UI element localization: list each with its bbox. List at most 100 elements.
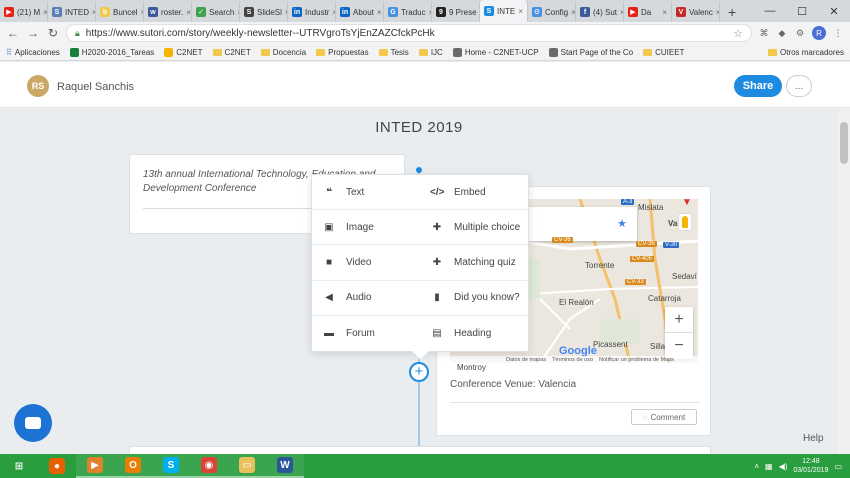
browser-tab[interactable]: ✓Search× — [192, 2, 240, 22]
street-view-pegman-icon[interactable] — [678, 213, 692, 231]
extension-icon[interactable]: ◆ — [776, 27, 788, 39]
star-icon[interactable]: ★ — [617, 217, 627, 230]
close-tab-icon[interactable]: × — [186, 8, 191, 17]
chat-bubble-button[interactable] — [14, 404, 52, 442]
add-audio-option[interactable]: ◀ Audio — [312, 281, 420, 316]
maximize-button[interactable]: ☐ — [786, 0, 818, 22]
taskbar-chrome[interactable]: ◉ — [190, 454, 228, 478]
map-data-link[interactable]: Datos de mapas — [506, 357, 546, 363]
other-bookmarks[interactable]: Otros marcadores — [767, 48, 844, 57]
settings-icon[interactable]: ⚙ — [794, 27, 806, 39]
browser-tab[interactable]: 99 Prese× — [432, 2, 480, 22]
close-window-button[interactable]: ✕ — [818, 0, 850, 22]
bookmark-item[interactable]: H2020-2016_Tareas — [69, 47, 154, 57]
volume-icon[interactable]: ◀) — [779, 462, 788, 471]
author-name[interactable]: Raquel Sanchis — [57, 81, 134, 93]
add-item-button[interactable]: + — [409, 362, 429, 382]
browser-tab[interactable]: S INTE × — [480, 0, 528, 22]
back-arrow-icon[interactable]: ← — [6, 26, 20, 40]
browser-tab[interactable]: GTraduc× — [384, 2, 432, 22]
add-embed-option[interactable]: </> Embed — [420, 175, 528, 211]
browser-tab[interactable]: inIndustr× — [288, 2, 336, 22]
add-matching-quiz-option[interactable]: ✚ Matching quiz — [420, 245, 528, 281]
bookmark-item[interactable]: Home - C2NET-UCP — [452, 47, 539, 57]
close-tab-icon[interactable]: × — [377, 8, 382, 17]
bookmarks-bar: ⠿ Aplicaciones H2020-2016_Tareas C2NET C2NET… — [0, 44, 850, 61]
system-clock[interactable]: 12:48 03/01/2019 — [793, 457, 828, 475]
browser-tab[interactable]: w roster. × — [144, 2, 192, 22]
bookmark-item[interactable]: ⠿ Aplicaciones — [6, 48, 60, 57]
share-button[interactable]: Share — [734, 75, 782, 97]
close-tab-icon[interactable]: × — [662, 8, 667, 17]
browser-tab[interactable]: SSlideSl× — [240, 2, 288, 22]
browser-tab[interactable]: SINTED× — [48, 2, 96, 22]
menu-icon[interactable]: ⋮ — [832, 27, 844, 39]
taskbar-start[interactable]: ⊞ — [0, 454, 38, 478]
zoom-in-button[interactable]: + — [665, 307, 693, 333]
browser-tab[interactable]: bBuncel× — [96, 2, 144, 22]
speaker-icon: ◀ — [325, 292, 333, 304]
taskbar-outlook[interactable]: O — [114, 454, 152, 478]
timeline-dot — [416, 167, 422, 173]
bookmark-item[interactable]: Propuestas — [316, 48, 369, 57]
map-terms-link[interactable]: Términos de uso — [552, 357, 593, 363]
bookmark-item[interactable]: CUIEET — [643, 48, 684, 57]
taskbar-firefox[interactable]: ● — [38, 454, 76, 478]
map-pin-icon[interactable]: ▼ — [682, 199, 692, 208]
forward-arrow-icon[interactable]: → — [26, 26, 40, 40]
bookmark-item[interactable]: C2NET — [164, 47, 203, 57]
page-scrollbar[interactable] — [838, 108, 850, 454]
divider — [450, 402, 700, 403]
reload-icon[interactable]: ↻ — [46, 26, 60, 40]
add-text-option[interactable]: ❝ Text — [312, 175, 420, 211]
add-heading-option[interactable]: ▤ Heading — [420, 316, 528, 351]
venue-caption[interactable]: Conference Venue: Valencia — [450, 379, 576, 390]
folder-icon — [316, 48, 326, 56]
author-avatar[interactable]: RS — [27, 75, 49, 97]
add-did-you-know-option[interactable]: ▮ Did you know? — [420, 281, 528, 316]
help-link[interactable]: Help — [803, 433, 824, 444]
scrollbar-thumb[interactable] — [840, 122, 848, 164]
bookmark-label: C2NET — [176, 47, 203, 57]
chrome-icon: ◉ — [201, 457, 217, 473]
map-report-link[interactable]: Notificar un problema de Maps — [599, 357, 674, 363]
translate-icon[interactable]: ⌘ — [758, 27, 770, 39]
next-card[interactable] — [129, 446, 711, 454]
profile-avatar[interactable]: R — [812, 26, 826, 40]
taskbar-media[interactable]: ▶ — [76, 454, 114, 478]
favicon-icon: f — [580, 7, 590, 17]
add-image-option[interactable]: ▣ Image — [312, 210, 420, 246]
browser-tab[interactable]: ⚙ Config × — [528, 2, 576, 22]
bookmark-item[interactable]: IJC — [418, 47, 443, 57]
taskbar-explorer[interactable]: ▭ — [228, 454, 266, 478]
add-forum-option[interactable]: ▬ Forum — [312, 316, 420, 351]
network-icon[interactable]: ▦ — [765, 462, 773, 471]
comment-button[interactable]: ◌ Comment — [631, 409, 697, 425]
more-options-button[interactable]: ... — [786, 75, 812, 97]
add-video-option[interactable]: ■ Video — [312, 245, 420, 281]
bookmark-item[interactable]: Start Page of the Co — [548, 47, 633, 57]
favicon-icon: S — [244, 7, 254, 17]
bookmark-item[interactable]: Tesis — [378, 48, 409, 57]
chevron-up-icon[interactable]: ˄ — [754, 462, 759, 471]
browser-tab[interactable]: ▶ Da × — [624, 2, 672, 22]
bookmark-star-icon[interactable]: ☆ — [733, 27, 743, 40]
bookmark-item[interactable]: C2NET — [212, 48, 251, 57]
browser-tab[interactable]: ▶ (21) M × — [0, 2, 48, 22]
tab-label: INTE — [497, 6, 516, 16]
bookmark-item[interactable]: Docencia — [260, 48, 306, 57]
close-tab-icon[interactable]: × — [518, 7, 523, 16]
notifications-icon[interactable]: ▭ — [834, 462, 842, 471]
taskbar-skype[interactable]: S — [152, 454, 190, 478]
new-tab-button[interactable]: + — [720, 2, 744, 22]
minimize-button[interactable]: — — [754, 0, 786, 22]
browser-tab[interactable]: VValenc× — [672, 2, 720, 22]
taskbar-word[interactable]: W — [266, 454, 304, 478]
address-bar[interactable]: 🔒︎ https://www.sutori.com/story/weekly-n… — [66, 24, 752, 42]
bookmark-label: IJC — [430, 47, 443, 57]
browser-tab[interactable]: f(4) Sut× — [576, 2, 624, 22]
road-badge: V-30 — [663, 242, 680, 248]
browser-tab[interactable]: in About × — [336, 2, 384, 22]
favicon-icon: ▶ — [4, 7, 14, 17]
add-multiple-choice-option[interactable]: ✚ Multiple choice — [420, 210, 528, 246]
